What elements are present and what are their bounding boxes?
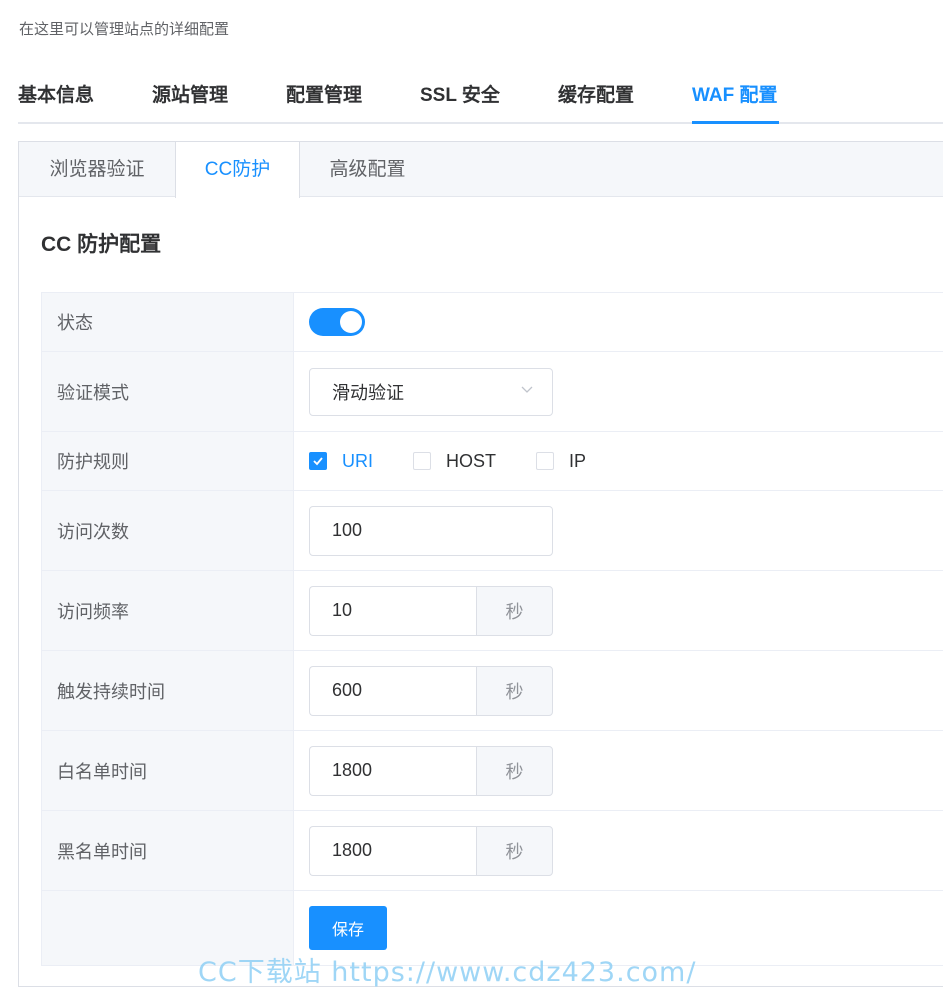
rule-ip-checkbox[interactable]: IP	[536, 451, 586, 472]
blacklist-time-input[interactable]: 1800	[309, 825, 476, 876]
main-tabs: 基本信息 源站管理 配置管理 SSL 安全 缓存配置 WAF 配置	[18, 70, 943, 124]
trigger-duration-label: 触发持续时间	[42, 651, 294, 730]
tab-basic-info[interactable]: 基本信息	[18, 80, 94, 107]
form-row-mode: 验证模式 滑动验证	[42, 352, 943, 432]
verification-mode-value: 滑动验证	[332, 382, 404, 403]
form-row-whitelist-time: 白名单时间 1800 秒	[42, 731, 943, 811]
form-row-visits: 访问次数 100	[42, 491, 943, 571]
subtab-browser-verification[interactable]: 浏览器验证	[19, 142, 175, 197]
form-row-rules: 防护规则 URI HOST IP	[42, 432, 943, 491]
form-row-frequency: 访问频率 10 秒	[42, 571, 943, 651]
frequency-input-group: 10 秒	[309, 585, 553, 636]
rule-host-checkbox[interactable]: HOST	[413, 451, 496, 472]
frequency-input[interactable]: 10	[309, 585, 476, 636]
tab-origin-management[interactable]: 源站管理	[152, 80, 228, 107]
rule-ip-label: IP	[569, 450, 587, 471]
rule-host-label: HOST	[446, 450, 497, 471]
trigger-duration-input-group: 600 秒	[309, 665, 553, 716]
frequency-label: 访问频率	[42, 571, 294, 650]
checkbox-unchecked-icon	[413, 452, 431, 470]
mode-label: 验证模式	[42, 352, 294, 431]
rules-label: 防护规则	[42, 432, 294, 490]
subtab-cc-protection[interactable]: CC防护	[175, 142, 300, 198]
active-tab-indicator	[692, 121, 779, 124]
blacklist-time-input-group: 1800 秒	[309, 825, 553, 876]
section-title: CC 防护配置	[41, 233, 162, 256]
rule-uri-label: URI	[342, 450, 373, 471]
tab-ssl-security[interactable]: SSL 安全	[420, 80, 500, 107]
tab-cache-config[interactable]: 缓存配置	[558, 80, 634, 107]
checkbox-unchecked-icon	[536, 452, 555, 470]
blacklist-time-unit: 秒	[476, 825, 553, 876]
chevron-down-icon	[521, 386, 533, 393]
site-watermark: CC下载站 https://www.cdz423.com/	[198, 957, 697, 988]
whitelist-time-unit: 秒	[476, 745, 553, 796]
waf-panel: 浏览器验证 CC防护 高级配置 CC 防护配置 状态 验证模式 滑动验证 防护规…	[18, 141, 943, 987]
checkbox-checked-icon	[309, 452, 327, 470]
tab-waf-config[interactable]: WAF 配置	[692, 80, 778, 107]
form-row-trigger-duration: 触发持续时间 600 秒	[42, 651, 943, 731]
whitelist-time-input[interactable]: 1800	[309, 745, 476, 796]
visits-input[interactable]: 100	[309, 505, 553, 556]
frequency-unit: 秒	[476, 585, 553, 636]
page-subtitle: 在这里可以管理站点的详细配置	[19, 21, 230, 38]
sub-tabs: 浏览器验证 CC防护 高级配置	[19, 142, 943, 198]
subtab-advanced-config[interactable]: 高级配置	[300, 142, 435, 197]
blacklist-time-label: 黑名单时间	[42, 811, 294, 890]
save-button[interactable]: 保存	[309, 906, 387, 950]
cc-config-form: 状态 验证模式 滑动验证 防护规则 URI HOST IP 访问次数 100 访…	[41, 292, 943, 966]
toggle-knob	[340, 311, 362, 333]
verification-mode-select[interactable]: 滑动验证	[309, 367, 553, 416]
tab-config-management[interactable]: 配置管理	[286, 80, 362, 107]
trigger-duration-input[interactable]: 600	[309, 665, 476, 716]
whitelist-time-input-group: 1800 秒	[309, 745, 553, 796]
trigger-duration-unit: 秒	[476, 665, 553, 716]
rule-uri-checkbox[interactable]: URI	[309, 451, 373, 472]
status-toggle[interactable]	[309, 308, 365, 336]
status-label: 状态	[42, 293, 294, 351]
visits-label: 访问次数	[42, 491, 294, 570]
whitelist-time-label: 白名单时间	[42, 731, 294, 810]
form-row-status: 状态	[42, 293, 943, 352]
form-row-blacklist-time: 黑名单时间 1800 秒	[42, 811, 943, 891]
